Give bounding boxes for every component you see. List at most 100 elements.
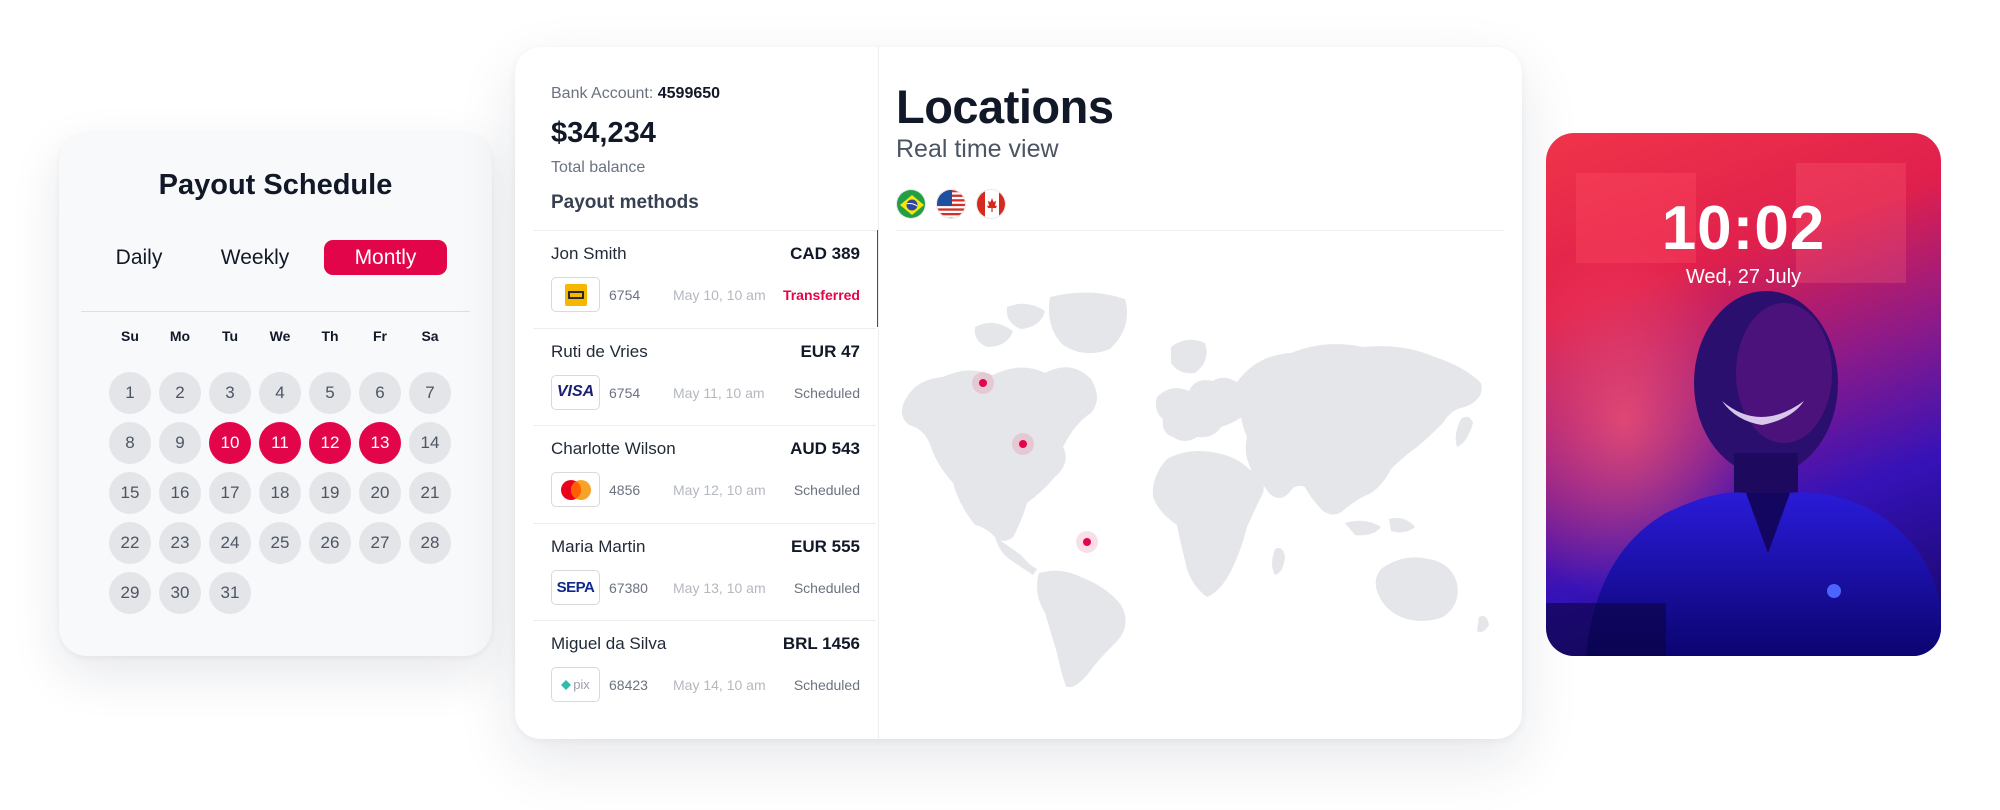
lock-screen-photo: 10:02 Wed, 27 July [1546,133,1941,656]
payout-date: May 11, 10 am [673,384,765,401]
pix-logo-text: pix [573,677,590,692]
tab-weekly[interactable]: Weekly [210,240,300,275]
payout-row[interactable]: Charlotte Wilson AUD 543 4856 May 12, 10… [533,425,876,523]
divider [81,311,470,312]
calendar-day[interactable]: 1 [109,372,151,414]
location-dot-icon [1019,440,1027,448]
calendar-day[interactable]: 27 [359,522,401,564]
calendar-day[interactable]: 7 [409,372,451,414]
calendar-day[interactable]: 21 [409,472,451,514]
dashboard-card: Bank Account: 4599650 $34,234 Total bala… [515,47,1522,739]
calendar-day[interactable]: 6 [359,372,401,414]
calendar-day[interactable]: 5 [309,372,351,414]
brazil-flag-icon[interactable] [896,189,926,219]
locations-subtitle: Real time view [896,135,1059,163]
calendar-day-selected[interactable]: 11 [259,422,301,464]
payout-date: May 13, 10 am [673,579,766,596]
payout-list: Jon Smith CAD 389 6754 May 10, 10 am Tra… [533,230,876,718]
payout-date: May 10, 10 am [673,287,766,303]
calendar-day[interactable]: 16 [159,472,201,514]
status-badge: Scheduled [793,677,860,693]
recipient-name: Maria Martin [551,536,646,556]
tab-monthly[interactable]: Montly [324,240,447,275]
payout-date: May 14, 10 am [673,677,766,693]
status-badge: Scheduled [793,482,860,498]
calendar-day[interactable]: 29 [109,572,151,614]
calendar-day[interactable]: 20 [359,472,401,514]
recipient-name: Ruti de Vries [551,341,648,361]
calendar-day[interactable]: 31 [209,572,251,614]
calendar-day[interactable]: 28 [409,522,451,564]
calendar-day[interactable]: 2 [159,372,201,414]
calendar-day[interactable]: 18 [259,472,301,514]
status-badge: Scheduled [793,384,860,401]
calendar-day[interactable]: 15 [109,472,151,514]
usa-flag-icon[interactable] [936,189,966,219]
visa-icon: VISA [551,374,600,410]
payout-amount: EUR 47 [800,341,860,361]
location-dot-icon [1083,538,1091,546]
calendar-day[interactable]: 22 [109,522,151,564]
calendar-day[interactable]: 3 [209,372,251,414]
column-divider [878,47,879,739]
recipient-name: Miguel da Silva [551,634,667,653]
sepa-logo-text: SEPA [556,578,595,596]
lock-screen-date: Wed, 27 July [1685,266,1802,288]
tab-daily[interactable]: Daily [99,240,179,275]
mastercard-icon [551,472,600,507]
pix-icon: pix [551,667,600,702]
calendar-day[interactable]: 23 [159,522,201,564]
payout-row[interactable]: Maria Martin EUR 555 SEPA 67380 May 13, … [533,522,876,621]
payout-methods-title: Payout methods [551,192,699,213]
payout-row[interactable]: Miguel da Silva BRL 1456 pix 68423 May 1… [533,620,876,718]
calendar-day[interactable]: 8 [109,422,151,464]
calendar-weekday-header: Su Mo Tu We Th Fr Sa [105,328,455,344]
calendar-day[interactable]: 25 [259,522,301,564]
calendar-day-selected[interactable]: 10 [209,422,251,464]
calendar-day[interactable]: 30 [159,572,201,614]
divider [896,230,1504,231]
world-map[interactable] [895,287,1495,689]
interac-icon [551,277,600,312]
card-last-digits: 68423 [609,677,648,693]
bank-account-label: Bank Account: [551,85,654,102]
calendar-day-selected[interactable]: 12 [309,422,351,464]
calendar-day[interactable]: 19 [309,472,351,514]
total-balance-value: $34,234 [551,117,656,149]
card-last-digits: 67380 [609,579,648,596]
bank-account: Bank Account: 4599650 [551,85,720,103]
payout-row[interactable]: Jon Smith CAD 389 6754 May 10, 10 am Tra… [533,230,876,328]
calendar-grid: 1 2 3 4 5 6 7 8 9 10 11 12 13 14 15 16 17 18 19 20 21 22 23 24 2… [105,368,455,618]
payout-schedule-card: Payout Schedule Daily Weekly Montly Su M… [59,133,492,656]
payout-schedule-title: Payout Schedule [158,169,393,201]
calendar-day[interactable]: 26 [309,522,351,564]
payout-amount: BRL 1456 [782,634,860,653]
card-last-digits: 6754 [609,384,641,401]
recipient-name: Jon Smith [551,244,627,263]
weekday-label: Tu [221,328,239,344]
calendar-day[interactable]: 24 [209,522,251,564]
calendar-day-selected[interactable]: 13 [359,422,401,464]
bank-account-number: 4599650 [657,85,721,102]
recipient-name: Charlotte Wilson [551,439,676,458]
payout-amount: CAD 389 [790,244,860,263]
status-badge: Transferred [782,287,860,303]
calendar-day[interactable]: 9 [159,422,201,464]
calendar-day[interactable]: 17 [209,472,251,514]
weekday-label: Th [321,328,339,344]
calendar-day[interactable]: 14 [409,422,451,464]
weekday-label: Mo [169,328,191,344]
lock-screen-time: 10:02 [1661,194,1826,263]
payout-row[interactable]: Ruti de Vries EUR 47 VISA 6754 May 11, 1… [533,327,876,426]
location-dot-icon [979,379,987,387]
payout-amount: AUD 543 [790,439,860,458]
card-last-digits: 6754 [609,287,641,303]
total-balance-label: Total balance [551,159,646,176]
payout-amount: EUR 555 [791,536,860,556]
weekday-label: Fr [373,328,387,344]
weekday-label: Su [121,328,139,344]
calendar-day[interactable]: 4 [259,372,301,414]
canada-flag-icon[interactable] [976,189,1006,219]
weekday-label: Sa [421,328,439,344]
visa-logo-text: VISA [556,383,595,400]
